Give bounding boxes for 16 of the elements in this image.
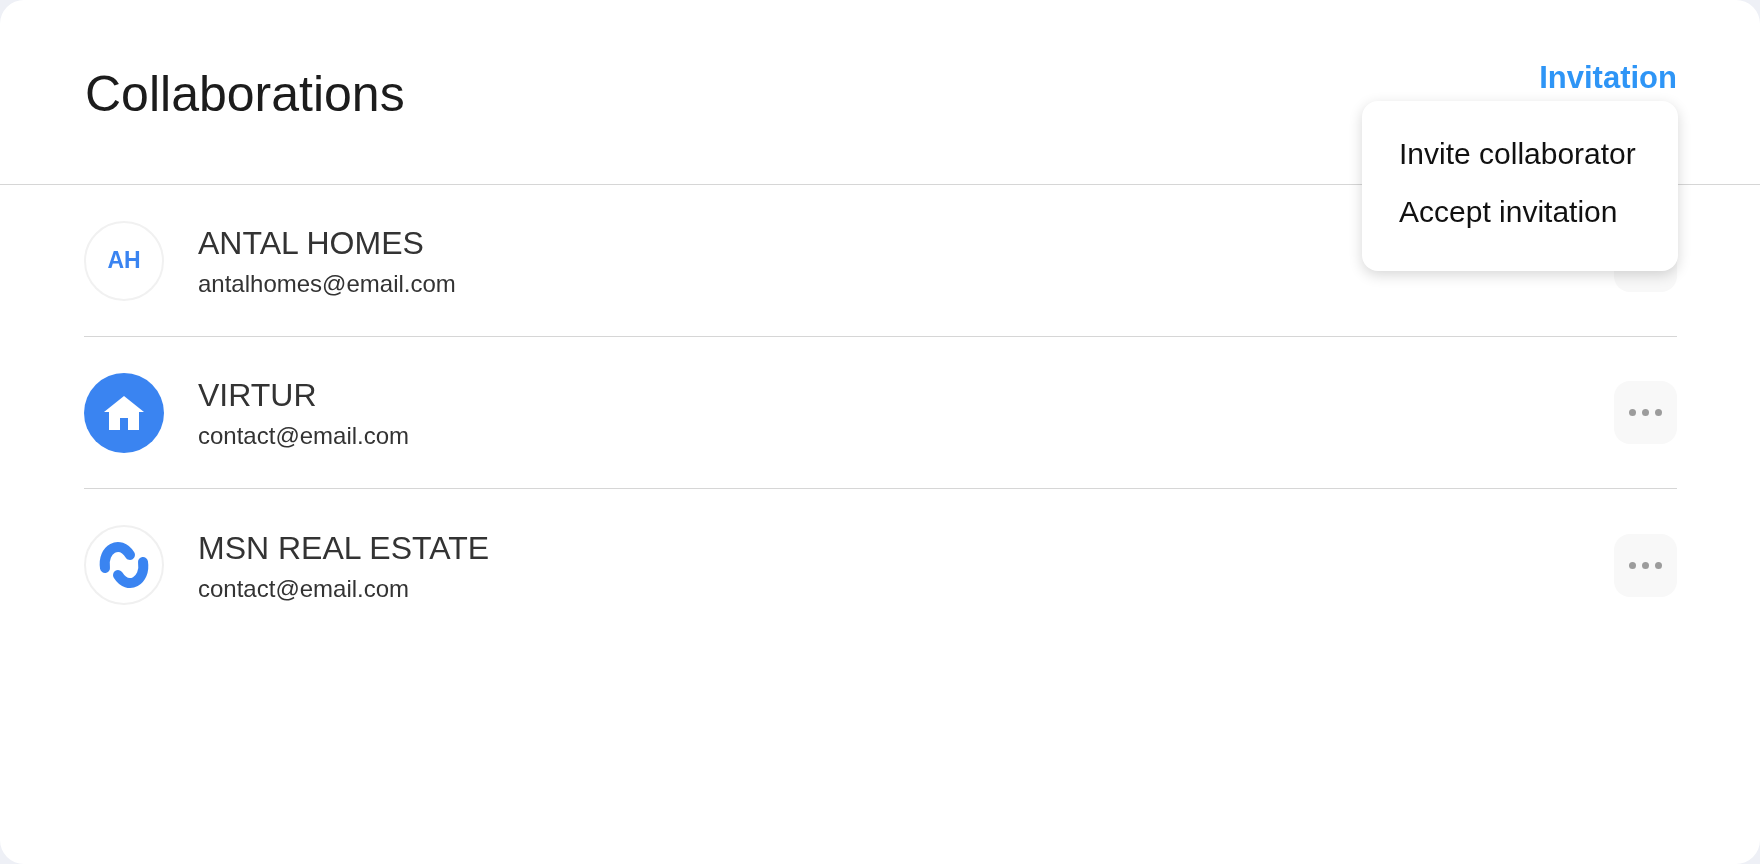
swirl-icon (84, 525, 164, 605)
menu-item[interactable]: Accept invitation (1362, 183, 1678, 241)
email-address: contact@email.com (198, 421, 410, 451)
page-title: Collaborations (85, 65, 405, 123)
more-icon (1629, 409, 1662, 416)
more-button[interactable] (1614, 381, 1677, 444)
initials-avatar: AH (84, 220, 164, 301)
company-name: VIRTUR (198, 376, 317, 414)
email-address: contact@email.com (198, 573, 410, 604)
more-button[interactable] (1614, 533, 1677, 597)
company-name: MSN REAL ESTATE (198, 528, 489, 567)
company-name: ANTAL HOMES (198, 224, 424, 262)
menu-item[interactable]: Invite collaborator (1362, 125, 1678, 183)
email-address: antalhomes@email.com (198, 269, 456, 299)
house-icon (84, 372, 164, 453)
more-icon (1629, 561, 1662, 569)
